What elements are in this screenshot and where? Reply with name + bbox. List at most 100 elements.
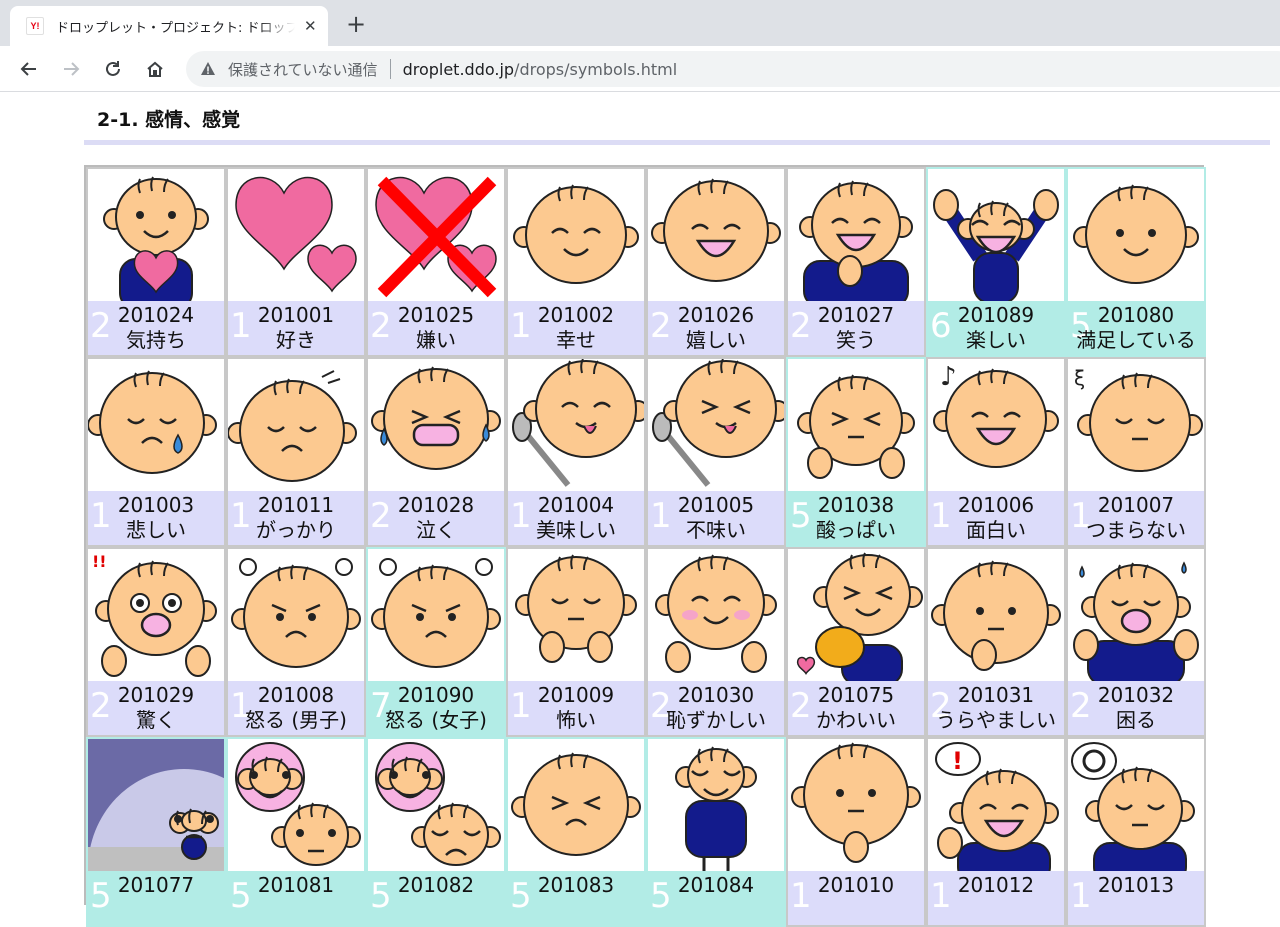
face-heart-icon[interactable] <box>88 169 224 301</box>
symbol-card[interactable]: !! 2 201029 驚く <box>86 547 226 737</box>
symbol-card[interactable]: 2 201032 困る <box>1066 547 1206 737</box>
face-shh-icon[interactable] <box>788 739 924 871</box>
symbol-id: 201077 <box>117 873 195 897</box>
symbol-id: 201002 <box>537 303 615 327</box>
face-bored-icon[interactable]: ξ <box>1068 359 1204 491</box>
symbol-id: 201084 <box>677 873 755 897</box>
symbol-label-area: 1 201003 悲しい <box>88 491 224 545</box>
symbol-card[interactable]: 1 201010 <box>786 737 926 927</box>
symbol-card[interactable]: 7 201090 怒る (女子) <box>366 547 506 737</box>
symbol-card[interactable]: 5 201038 酸っぱい <box>786 357 926 547</box>
lonely-icon[interactable] <box>88 739 224 871</box>
face-happy-icon[interactable] <box>508 169 644 301</box>
face-angry-icon[interactable] <box>368 549 504 681</box>
symbol-card[interactable]: 1 201004 美味しい <box>506 357 646 547</box>
symbol-card[interactable]: 5 201082 <box>366 737 506 927</box>
symbol-name: つまらない <box>1086 518 1186 542</box>
symbol-card[interactable]: 1 201002 幸せ <box>506 167 646 357</box>
symbol-card[interactable]: 2 201030 恥ずかしい <box>646 547 786 737</box>
symbol-label-area: 5 201080 満足している <box>1068 301 1204 355</box>
back-arrow-icon[interactable] <box>14 54 44 84</box>
symbol-id: 201009 <box>537 683 615 707</box>
new-tab-plus-icon[interactable]: + <box>342 10 370 38</box>
face-envy-icon[interactable] <box>928 549 1064 681</box>
home-icon[interactable] <box>140 54 170 84</box>
spoon-yum-icon[interactable] <box>508 359 644 491</box>
symbol-name: 泣く <box>416 518 456 542</box>
symbol-label-area: 1 201006 面白い <box>928 491 1064 545</box>
face-sour-icon[interactable] <box>788 359 924 491</box>
svg-text:!!: !! <box>92 552 107 571</box>
hearts-icon[interactable] <box>228 169 364 301</box>
think-self-sad-icon[interactable] <box>368 739 504 871</box>
symbol-card[interactable]: 5 201081 <box>226 737 366 927</box>
symbol-name: 嬉しい <box>686 328 746 352</box>
symbol-card[interactable]: 1 201013 <box>1066 737 1206 927</box>
face-confused-icon[interactable] <box>1068 739 1204 871</box>
face-down-icon[interactable] <box>228 359 364 491</box>
symbol-card[interactable]: 2 201025 嫌い <box>366 167 506 357</box>
symbol-card[interactable]: 2 201075 かわいい <box>786 547 926 737</box>
symbol-card[interactable]: 1 201011 がっかり <box>226 357 366 547</box>
symbol-card[interactable]: 1 201001 好き <box>226 167 366 357</box>
symbol-card[interactable]: 2 201031 うらやましい <box>926 547 1066 737</box>
symbol-card[interactable]: ξ 1 201007 つまらない <box>1066 357 1206 547</box>
symbol-label-area: 2 201028 泣く <box>368 491 504 545</box>
symbol-card[interactable]: 1 201009 怖い <box>506 547 646 737</box>
symbol-card[interactable]: 5 201084 <box>646 737 786 927</box>
arms-up-icon[interactable] <box>928 169 1064 301</box>
face-fun-icon[interactable]: ♪ <box>928 359 1064 491</box>
face-scared-icon[interactable] <box>508 549 644 681</box>
face-smile-icon[interactable] <box>1068 169 1204 301</box>
face-laugh-body-icon[interactable] <box>788 169 924 301</box>
symbol-card[interactable]: 5 201083 <box>506 737 646 927</box>
symbol-name: 幸せ <box>556 328 596 352</box>
section-title: 2-1. 感情、感覚 <box>97 109 241 131</box>
close-tab-icon[interactable]: ✕ <box>303 16 318 36</box>
symbol-card[interactable]: ! 1 201012 <box>926 737 1066 927</box>
face-laugh-icon[interactable] <box>648 169 784 301</box>
symbol-card[interactable]: 5 201080 満足している <box>1066 167 1206 357</box>
symbol-card[interactable]: ♪ 1 201006 面白い <box>926 357 1066 547</box>
face-cry-icon[interactable] <box>88 359 224 491</box>
symbol-label-area: 2 201024 気持ち <box>88 301 224 355</box>
face-trouble-icon[interactable] <box>1068 549 1204 681</box>
symbol-card[interactable]: 1 201003 悲しい <box>86 357 226 547</box>
symbol-label-area: 5 201083 <box>508 871 644 925</box>
hearts-x-icon[interactable] <box>368 169 504 301</box>
face-wail-icon[interactable] <box>368 359 504 491</box>
symbol-card[interactable]: 1 201005 不味い <box>646 357 786 547</box>
symbol-card[interactable]: 6 201089 楽しい <box>926 167 1066 357</box>
face-angry-icon[interactable] <box>228 549 364 681</box>
symbol-label-area: 2 201032 困る <box>1068 681 1204 735</box>
think-self-icon[interactable] <box>228 739 364 871</box>
symbol-label-area: 2 201030 恥ずかしい <box>648 681 784 735</box>
face-surprise-icon[interactable]: !! <box>88 549 224 681</box>
omnibox-divider <box>389 59 391 79</box>
symbol-grid: 2 201024 気持ち 1 201001 好き 2 201025 嫌い 1 201002 幸せ 2 20… <box>84 165 1206 927</box>
browser-tab[interactable]: Y! ドロップレット・プロジェクト: ドロップス シンボル ✕ <box>10 6 328 46</box>
spoon-yuck-icon[interactable] <box>648 359 784 491</box>
address-bar[interactable]: 保護されていない通信 droplet.ddo.jp/drops/symbols.… <box>186 51 1280 87</box>
symbol-label-area: 1 201002 幸せ <box>508 301 644 355</box>
face-grimace-icon[interactable] <box>508 739 644 871</box>
symbol-card[interactable]: 2 201026 嬉しい <box>646 167 786 357</box>
symbol-card[interactable]: 1 201008 怒る (男子) <box>226 547 366 737</box>
reload-icon[interactable] <box>98 54 128 84</box>
face-idea-icon[interactable]: ! <box>928 739 1064 871</box>
symbol-name: 面白い <box>966 518 1026 542</box>
face-cute-icon[interactable] <box>788 549 924 681</box>
symbol-card[interactable]: 2 201024 気持ち <box>86 167 226 357</box>
symbol-card[interactable]: 2 201028 泣く <box>366 357 506 547</box>
symbol-name: 怖い <box>556 708 596 732</box>
forward-arrow-icon[interactable] <box>56 54 86 84</box>
symbol-label-area: 7 201090 怒る (女子) <box>368 681 504 735</box>
symbol-name: 怒る (女子) <box>385 708 487 732</box>
symbol-card[interactable]: 5 201077 <box>86 737 226 927</box>
face-shy-icon[interactable] <box>648 549 784 681</box>
symbol-card[interactable]: 2 201027 笑う <box>786 167 926 357</box>
body-stand-icon[interactable] <box>648 739 784 871</box>
symbol-label-area: 2 201075 かわいい <box>788 681 924 735</box>
warning-icon[interactable] <box>200 61 216 77</box>
symbol-name: うらやましい <box>936 708 1056 732</box>
